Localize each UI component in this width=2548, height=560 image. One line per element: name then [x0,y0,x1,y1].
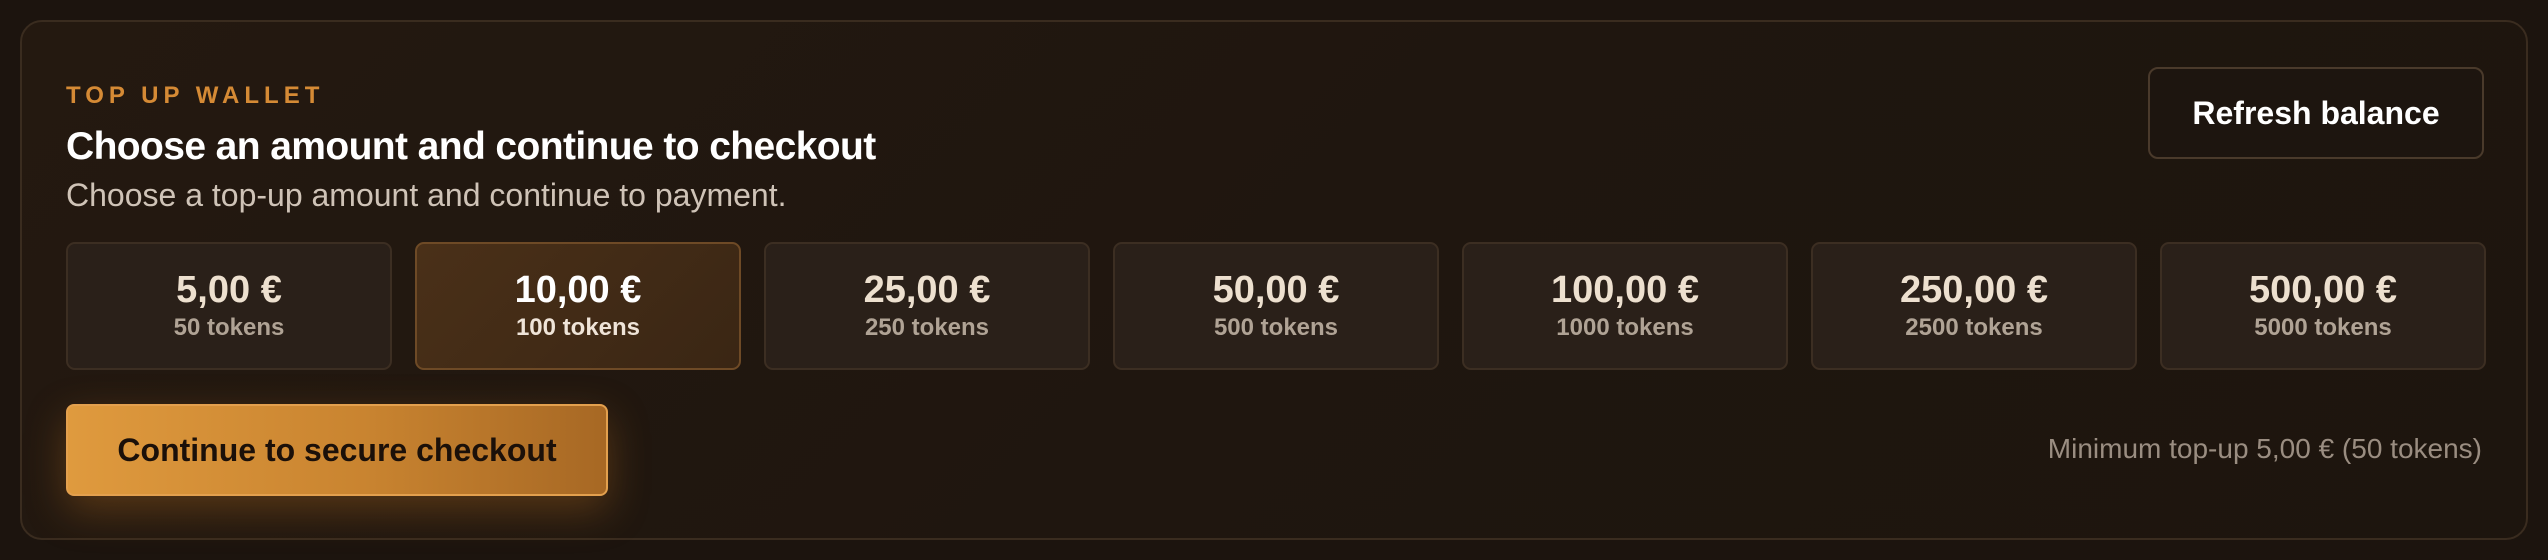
amount-option-5[interactable]: 5,00 € 50 tokens [66,242,392,370]
amount-option-250[interactable]: 250,00 € 2500 tokens [1811,242,2137,370]
amount-option-100[interactable]: 100,00 € 1000 tokens [1462,242,1788,370]
section-eyebrow: TOP UP WALLET [66,82,325,109]
amount-option-25[interactable]: 25,00 € 250 tokens [764,242,1090,370]
minimum-top-up-note: Minimum top-up 5,00 € (50 tokens) [2047,433,2482,464]
amount-price: 500,00 € [2249,269,2397,312]
amount-tokens: 5000 tokens [2254,313,2392,341]
amount-options: 5,00 € 50 tokens 10,00 € 100 tokens 25,0… [66,242,2486,370]
continue-to-checkout-button[interactable]: Continue to secure checkout [66,404,608,496]
amount-price: 50,00 € [1212,269,1340,312]
amount-price: 25,00 € [863,269,991,312]
refresh-balance-button[interactable]: Refresh balance [2148,67,2484,159]
amount-price: 100,00 € [1551,269,1699,312]
top-up-wallet-panel: TOP UP WALLET Choose an amount and conti… [20,20,2528,540]
amount-tokens: 100 tokens [515,313,641,341]
amount-price: 5,00 € [176,269,282,312]
amount-option-50[interactable]: 50,00 € 500 tokens [1113,242,1439,370]
amount-tokens: 1000 tokens [1556,313,1694,341]
page-title: Choose an amount and continue to checkou… [66,125,876,168]
amount-tokens: 2500 tokens [1905,313,2043,341]
amount-price: 250,00 € [1900,269,2048,312]
amount-option-10[interactable]: 10,00 € 100 tokens [415,242,741,370]
amount-tokens: 250 tokens [864,313,990,341]
amount-price: 10,00 € [514,269,642,312]
amount-tokens: 50 tokens [173,313,285,341]
page-subtitle: Choose a top-up amount and continue to p… [66,177,787,213]
amount-option-500[interactable]: 500,00 € 5000 tokens [2160,242,2486,370]
amount-tokens: 500 tokens [1213,313,1339,341]
